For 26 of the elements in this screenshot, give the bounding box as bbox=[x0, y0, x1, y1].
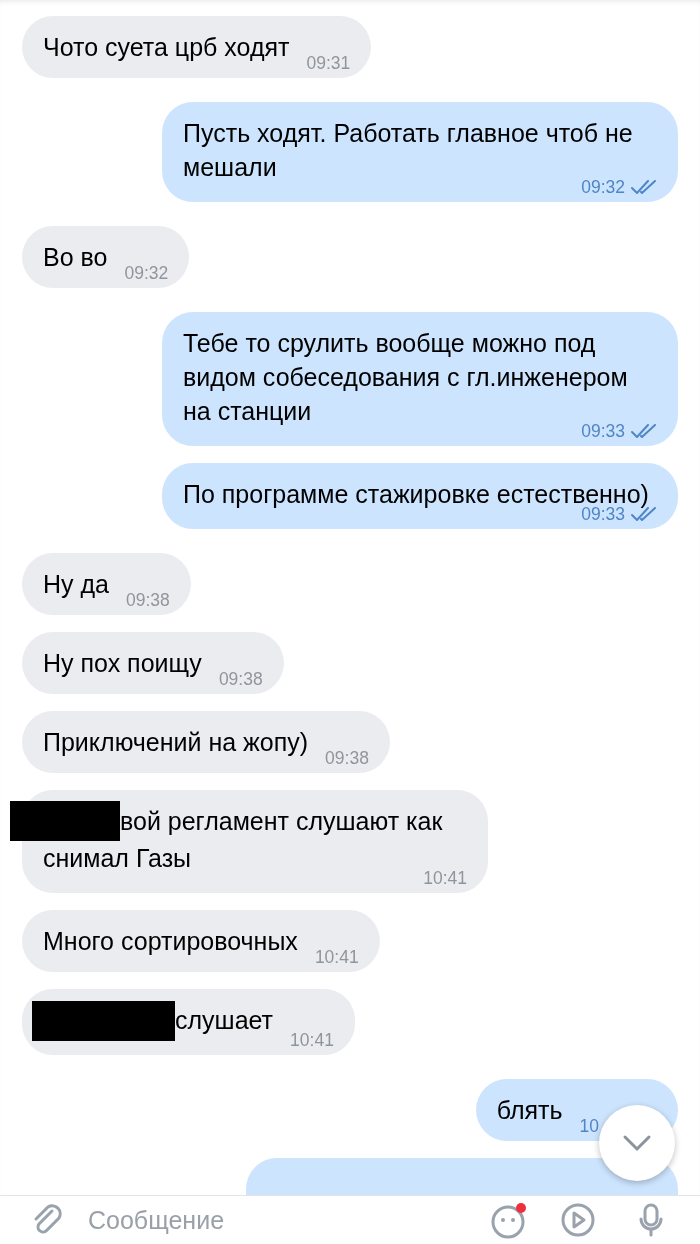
message-text: блять bbox=[496, 1094, 563, 1126]
microphone-icon[interactable] bbox=[638, 1203, 664, 1237]
message-text: Пусть ходят. Работать главное чтоб не мешали bbox=[183, 118, 634, 181]
message-text: Много сортировочных bbox=[43, 926, 298, 958]
message-time: 09:38 bbox=[126, 591, 170, 609]
message-time: 09:33 bbox=[581, 422, 625, 440]
message-text: слушает bbox=[175, 1006, 274, 1035]
message-time: 10:41 bbox=[290, 1030, 334, 1049]
message-time: 10:41 bbox=[423, 869, 467, 888]
message-time: 10 bbox=[579, 1116, 599, 1135]
message-field[interactable]: Сообщение bbox=[88, 1205, 418, 1235]
message-time: 09:32 bbox=[124, 264, 169, 282]
message-time: 09:38 bbox=[218, 670, 263, 688]
message-text: Ну пох поищу bbox=[43, 648, 202, 679]
message-text: Ну да bbox=[43, 569, 109, 600]
message-time: 09:33 bbox=[581, 505, 625, 523]
message-text: Приключений на жопу) bbox=[43, 727, 309, 758]
message-text: По программе стажировке естественно) bbox=[183, 479, 649, 508]
message-time: 09:38 bbox=[325, 749, 369, 767]
message-text: Тебе то срулить вообще можно под видом собеседования с гл.инженером на станции bbox=[183, 328, 629, 425]
message-time: 09:32 bbox=[581, 178, 625, 196]
chevron-down-icon bbox=[622, 1134, 652, 1152]
message-text: Во во bbox=[43, 242, 108, 273]
message-time: 10:41 bbox=[314, 948, 359, 967]
message-text: Чото суета црб ходят bbox=[43, 32, 290, 63]
message-time: 09:31 bbox=[306, 54, 351, 72]
